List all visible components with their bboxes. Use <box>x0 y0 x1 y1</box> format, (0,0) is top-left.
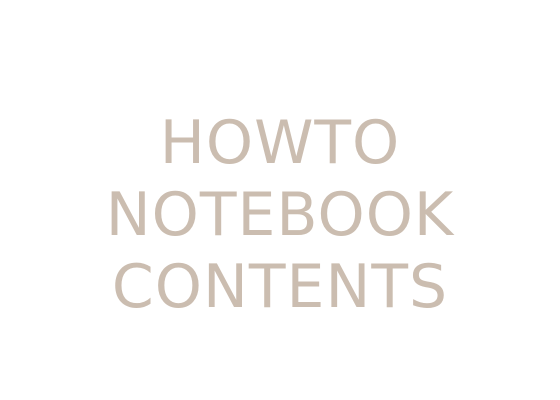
title-block: HOWTO NOTEBOOK CONTENTS <box>0 107 560 323</box>
title-line-howto: HOWTO <box>159 108 401 178</box>
title-line-notebook: NOTEBOOK <box>105 180 455 250</box>
title-slide: HOWTO NOTEBOOK CONTENTS <box>0 0 560 400</box>
title-line-contents: CONTENTS <box>111 252 449 322</box>
